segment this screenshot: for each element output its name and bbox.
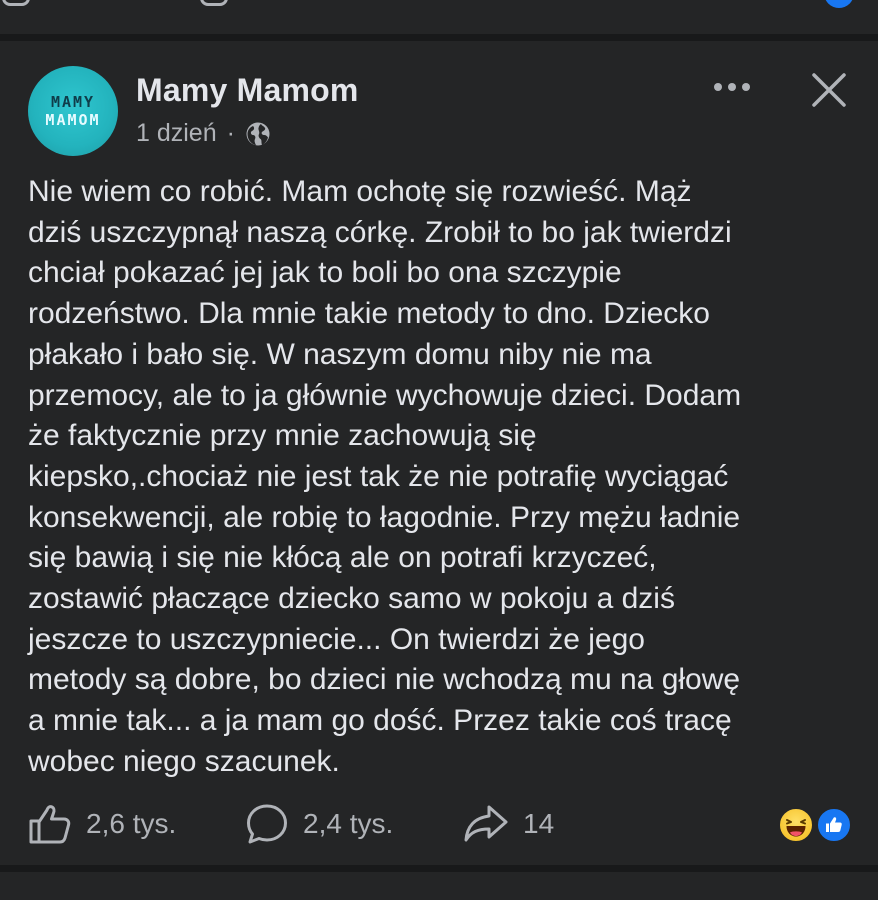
post-timestamp[interactable]: 1 dzień bbox=[136, 119, 217, 148]
feed-page: MAMY MAMOM Mamy Mamom 1 dzień · Nie wiem… bbox=[0, 0, 878, 900]
thumbs-up-icon bbox=[29, 805, 71, 844]
more-dots-icon bbox=[714, 83, 750, 91]
author-name[interactable]: Mamy Mamom bbox=[136, 72, 359, 109]
close-button[interactable] bbox=[806, 67, 852, 113]
share-count: 14 bbox=[523, 808, 555, 839]
previous-reaction-icon bbox=[824, 0, 854, 8]
globe-icon[interactable] bbox=[245, 121, 271, 147]
share-button[interactable]: 14 bbox=[463, 801, 554, 847]
like-count: 2,6 tys. bbox=[86, 808, 177, 839]
like-reaction-icon bbox=[816, 807, 852, 843]
previous-post-remnant bbox=[0, 0, 878, 34]
post-meta: 1 dzień · bbox=[136, 119, 271, 148]
previous-comment-icon[interactable] bbox=[200, 0, 228, 6]
previous-like-icon[interactable] bbox=[2, 0, 30, 6]
post-card: MAMY MAMOM Mamy Mamom 1 dzień · Nie wiem… bbox=[0, 41, 878, 865]
post-actions-bar: 2,6 tys. 2,4 tys. 14 bbox=[0, 801, 878, 851]
avatar[interactable]: MAMY MAMOM bbox=[28, 66, 118, 156]
post-body-text: Nie wiem co robić. Mam ochotę się rozwie… bbox=[28, 175, 742, 778]
post-divider-bottom bbox=[0, 865, 878, 872]
comment-count: 2,4 tys. bbox=[303, 808, 394, 839]
next-post-remnant bbox=[0, 872, 878, 900]
meta-separator: · bbox=[226, 119, 235, 147]
like-button[interactable]: 2,6 tys. bbox=[28, 801, 176, 847]
reactions-summary[interactable] bbox=[778, 803, 854, 845]
haha-reaction-icon bbox=[778, 807, 814, 843]
more-options-button[interactable] bbox=[710, 69, 754, 105]
share-arrow-icon bbox=[464, 805, 508, 842]
comment-button[interactable]: 2,4 tys. bbox=[245, 801, 393, 847]
post-divider bbox=[0, 34, 878, 41]
close-icon bbox=[812, 73, 846, 107]
avatar-logo-line-2: MAMOM bbox=[45, 111, 101, 129]
comment-bubble-icon bbox=[247, 804, 287, 844]
avatar-logo-line-1: MAMY bbox=[50, 93, 96, 111]
